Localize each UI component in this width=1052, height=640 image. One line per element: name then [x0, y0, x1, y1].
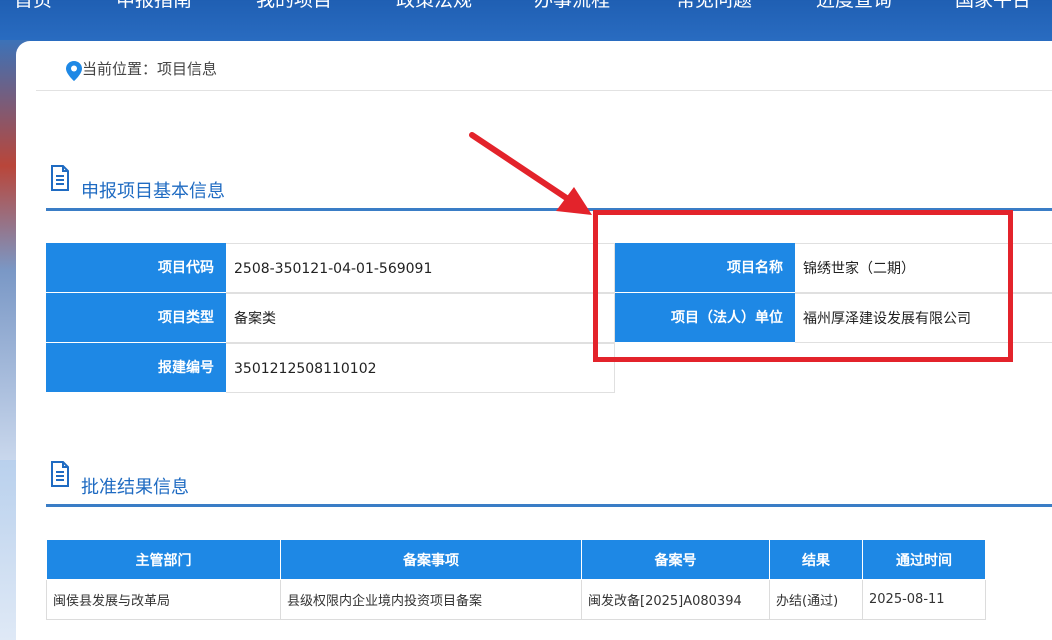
- nav-item-progress[interactable]: 进度查询: [816, 0, 892, 12]
- approval-section-header: 批准结果信息: [46, 459, 1052, 507]
- project-type-label: 项目类型: [46, 293, 226, 343]
- annotation-highlight-box: [593, 210, 1013, 362]
- breadcrumb: 当前位置： 项目信息: [36, 59, 1052, 91]
- nav-item-home[interactable]: 首页: [14, 0, 52, 12]
- nav-item-faq[interactable]: 常见问题: [676, 0, 752, 12]
- table-cell: 县级权限内企业境内投资项目备案: [280, 579, 582, 620]
- build-no-value: 3501212508110102: [226, 343, 615, 393]
- table-cell: 闽侯县发展与改革局: [46, 579, 281, 620]
- project-code-value: 2508-350121-04-01-569091: [226, 243, 615, 293]
- build-no-label: 报建编号: [46, 343, 226, 393]
- location-pin-icon: [66, 61, 82, 81]
- column-header: 主管部门: [46, 539, 281, 580]
- table-header-row: 主管部门 备案事项 备案号 结果 通过时间: [46, 539, 986, 580]
- table-cell: 办结(通过): [769, 579, 863, 620]
- section-title: 申报项目基本信息: [81, 181, 225, 202]
- document-icon: [51, 165, 69, 191]
- nav-item-my-projects[interactable]: 我的项目: [256, 0, 332, 12]
- table-cell: 2025-08-11: [862, 579, 986, 620]
- table-cell: 闽发改备[2025]A080394: [581, 579, 770, 620]
- column-header: 通过时间: [862, 539, 986, 580]
- nav-item-process[interactable]: 办事流程: [534, 0, 610, 12]
- section-title: 批准结果信息: [81, 477, 189, 498]
- top-nav: 首页 申报指南 我的项目 政策法规 办事流程 常见问题 进度查询 国家平台: [0, 0, 1052, 18]
- approval-table: 主管部门 备案事项 备案号 结果 通过时间 闽侯县发展与改革局 县级权限内企业境…: [46, 539, 986, 620]
- column-header: 备案号: [581, 539, 770, 580]
- project-code-label: 项目代码: [46, 243, 226, 293]
- annotation-arrow-icon: [469, 132, 592, 215]
- project-type-value: 备案类: [226, 293, 615, 343]
- column-header: 备案事项: [280, 539, 582, 580]
- breadcrumb-label: 当前位置：: [82, 60, 158, 78]
- column-header: 结果: [769, 539, 863, 580]
- breadcrumb-current: 项目信息: [157, 60, 218, 78]
- table-row: 闽侯县发展与改革局 县级权限内企业境内投资项目备案 闽发改备[2025]A080…: [46, 579, 986, 620]
- document-icon: [51, 461, 69, 487]
- nav-item-policy[interactable]: 政策法规: [396, 0, 472, 12]
- nav-item-national-platform[interactable]: 国家平台: [955, 0, 1031, 12]
- nav-item-guide[interactable]: 申报指南: [116, 0, 192, 12]
